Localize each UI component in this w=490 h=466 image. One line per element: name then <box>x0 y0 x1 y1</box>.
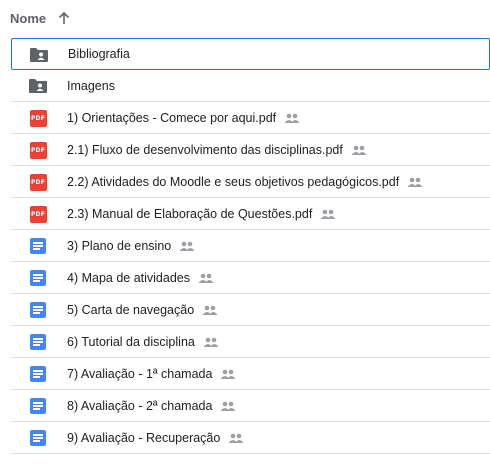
pdf-icon: PDF <box>28 205 48 223</box>
shared-people-icon <box>202 305 218 315</box>
shared-people-icon <box>198 273 214 283</box>
file-name-wrap: 5) Carta de navegação <box>67 303 218 317</box>
folder-shared-icon <box>29 46 49 64</box>
pdf-badge: PDF <box>29 141 47 159</box>
file-row[interactable]: PDF 2.3) Manual de Elaboração de Questões… <box>11 198 490 230</box>
file-row[interactable]: PDF 2.2) Atividades do Moodle e seus obje… <box>11 166 490 198</box>
file-name: 2.3) Manual de Elaboração de Questões.pd… <box>67 206 313 221</box>
file-name-wrap: 6) Tutorial da disciplina <box>67 335 219 349</box>
file-name: 5) Carta de navegação <box>67 302 195 317</box>
file-name-wrap: 2.3) Manual de Elaboração de Questões.pd… <box>67 207 336 221</box>
shared-people-icon <box>228 433 244 443</box>
file-name: Imagens <box>67 78 115 93</box>
file-name-wrap: 2.1) Fluxo de desenvolvimento das discip… <box>67 143 367 157</box>
file-name-wrap: 1) Orientações - Comece por aqui.pdf <box>67 111 300 125</box>
shared-people-icon <box>284 113 300 123</box>
file-row[interactable]: PDF 2.1) Fluxo de desenvolvimento das dis… <box>11 134 490 166</box>
file-name: 7) Avaliação - 1ª chamada <box>67 366 213 381</box>
file-row[interactable]: 5) Carta de navegação <box>11 294 490 326</box>
list-header: Nome <box>0 0 490 36</box>
file-name: Bibliografia <box>68 47 130 61</box>
pdf-badge: PDF <box>29 205 47 223</box>
file-name-wrap: 3) Plano de ensino <box>67 239 195 253</box>
docs-icon <box>28 301 48 319</box>
shared-people-icon <box>220 369 236 379</box>
file-row[interactable]: PDF 1) Orientações - Comece por aqui.pdf <box>11 102 490 134</box>
file-row[interactable]: 8) Avaliação - 2ª chamada <box>11 390 490 422</box>
shared-people-icon <box>407 177 423 187</box>
docs-icon <box>28 365 48 383</box>
docs-icon <box>28 429 48 447</box>
file-name: 4) Mapa de atividades <box>67 270 190 285</box>
file-name-wrap: Bibliografia <box>68 47 130 61</box>
file-row[interactable]: 4) Mapa de atividades <box>11 262 490 294</box>
file-row[interactable]: 6) Tutorial da disciplina <box>11 326 490 358</box>
shared-people-icon <box>320 209 336 219</box>
file-name-wrap: 4) Mapa de atividades <box>67 271 214 285</box>
file-name: 8) Avaliação - 2ª chamada <box>67 398 213 413</box>
column-header-name[interactable]: Nome <box>10 11 46 26</box>
sort-arrow-up-icon[interactable] <box>58 11 70 25</box>
file-name: 2.1) Fluxo de desenvolvimento das discip… <box>67 142 343 157</box>
file-row[interactable]: 9) Avaliação - Recuperação <box>11 422 490 454</box>
pdf-badge: PDF <box>29 173 47 191</box>
shared-people-icon <box>351 145 367 155</box>
shared-people-icon <box>203 337 219 347</box>
file-row[interactable]: Imagens <box>11 70 490 102</box>
file-list: Bibliografia Imagens PDF 1) Orientações - C… <box>11 38 490 454</box>
file-name: 2.2) Atividades do Moodle e seus objetiv… <box>67 174 400 189</box>
pdf-icon: PDF <box>28 141 48 159</box>
folder-shared-icon <box>28 77 48 95</box>
file-name: 6) Tutorial da disciplina <box>67 334 195 349</box>
docs-icon <box>28 333 48 351</box>
file-name: 9) Avaliação - Recuperação <box>67 430 221 445</box>
docs-icon <box>28 237 48 255</box>
file-name-wrap: 8) Avaliação - 2ª chamada <box>67 399 236 413</box>
file-row[interactable]: 7) Avaliação - 1ª chamada <box>11 358 490 390</box>
file-name: 3) Plano de ensino <box>67 238 172 253</box>
file-name-wrap: 9) Avaliação - Recuperação <box>67 431 244 445</box>
docs-icon <box>28 397 48 415</box>
file-name-wrap: Imagens <box>67 79 115 93</box>
file-row[interactable]: Bibliografia <box>11 38 490 70</box>
pdf-icon: PDF <box>28 109 48 127</box>
shared-people-icon <box>179 241 195 251</box>
file-name-wrap: 7) Avaliação - 1ª chamada <box>67 367 236 381</box>
pdf-icon: PDF <box>28 173 48 191</box>
file-row[interactable]: 3) Plano de ensino <box>11 230 490 262</box>
file-name: 1) Orientações - Comece por aqui.pdf <box>67 110 277 125</box>
docs-icon <box>28 269 48 287</box>
pdf-badge: PDF <box>29 109 47 127</box>
file-name-wrap: 2.2) Atividades do Moodle e seus objetiv… <box>67 175 423 189</box>
shared-people-icon <box>220 401 236 411</box>
